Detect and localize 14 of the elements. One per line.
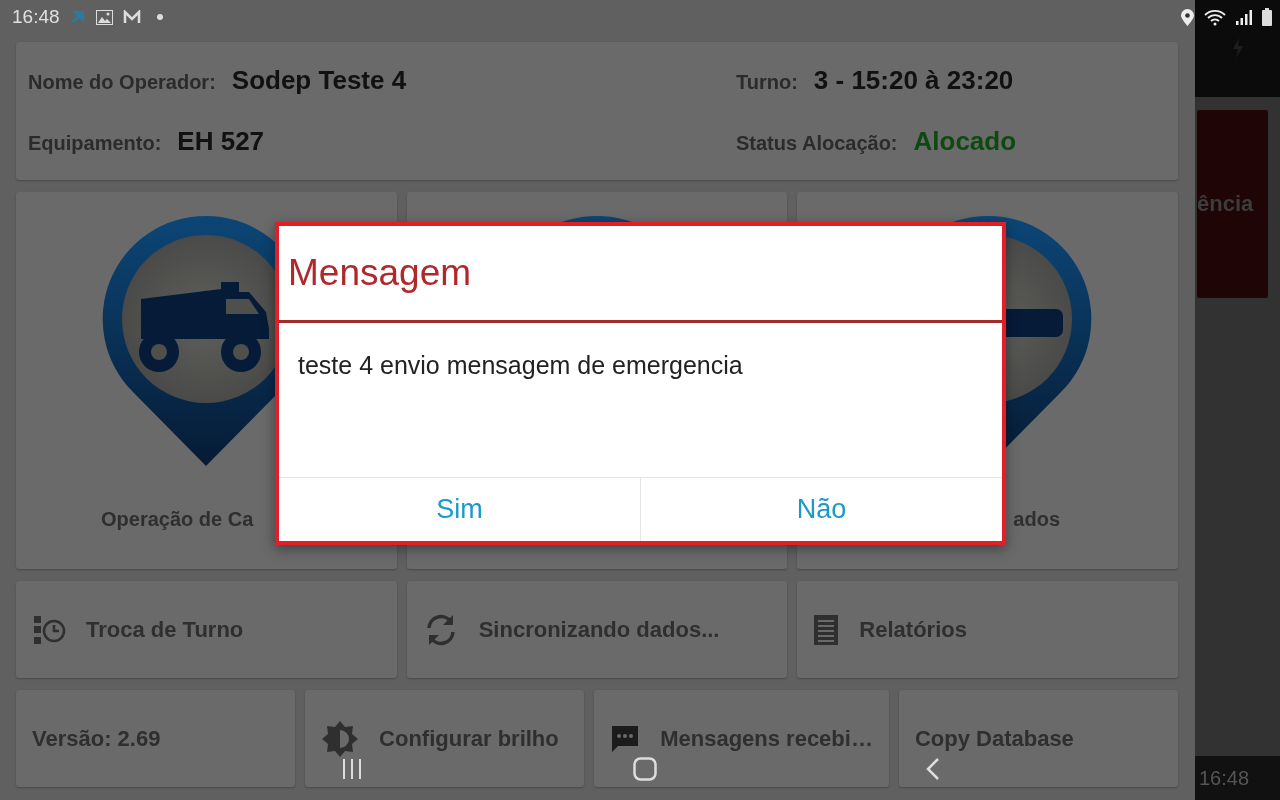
field-label: Nome do Operador: — [28, 71, 216, 94]
field-value: EH 527 — [177, 126, 265, 157]
tile-label: ados — [1013, 508, 1060, 531]
status-value: Alocado — [913, 126, 1017, 157]
field-label: Status Alocação: — [736, 132, 898, 155]
field-label: Turno: — [736, 71, 798, 94]
status-time: 16:48 — [12, 6, 60, 28]
version-label: Versão: 2.69 — [16, 690, 296, 787]
clock-time: 16:48 — [1199, 766, 1250, 790]
field-value: Sodep Teste 4 — [231, 65, 407, 96]
tile-label: Operação de Ca — [101, 508, 254, 531]
dialog-title: Mensagem — [279, 226, 1002, 323]
field-value: 3 - 15:20 à 23:20 — [813, 65, 1014, 96]
field-label: Equipamento: — [28, 132, 162, 155]
